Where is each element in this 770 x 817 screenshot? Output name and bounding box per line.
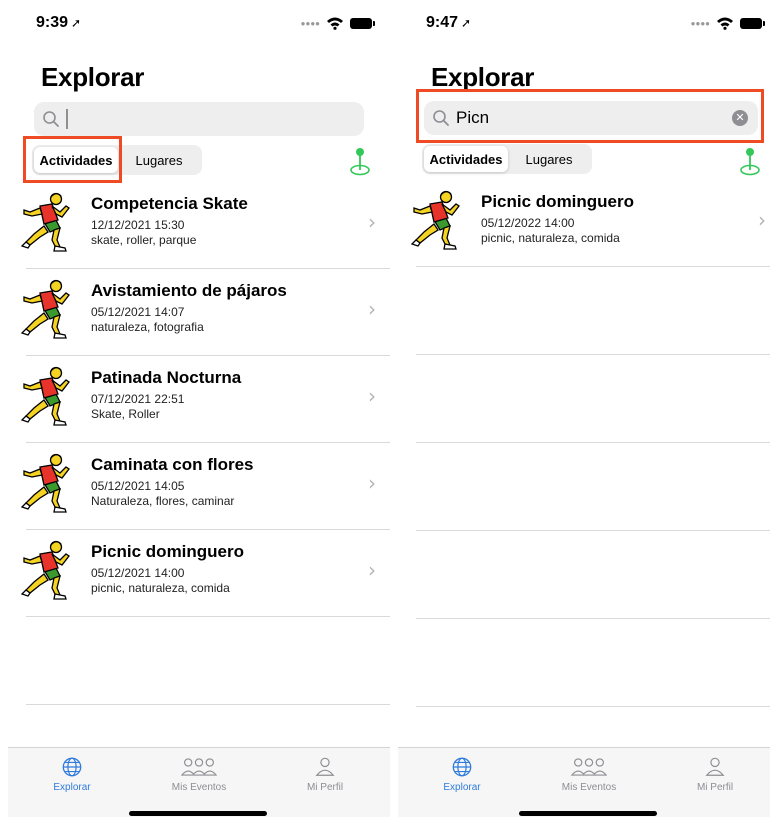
status-time: 9:39 ➚ [36, 14, 82, 31]
search-input[interactable] [34, 102, 364, 136]
page-title: Explorar [41, 62, 145, 92]
chevron-right-icon: › [368, 210, 376, 234]
tab-label: Mi Perfil [696, 782, 734, 793]
screen-before-search: 9:39 ➚ ●●●● Explorar Actividades Lugares … [8, 0, 390, 817]
home-indicator [129, 811, 267, 816]
item-date: 05/12/2022 14:00 [481, 216, 575, 230]
chevron-right-icon: › [368, 471, 376, 495]
people-icon [571, 756, 607, 778]
item-date: 05/12/2021 14:07 [91, 305, 185, 319]
wifi-icon [716, 16, 734, 30]
runner-icon [20, 451, 76, 513]
battery-icon [740, 17, 765, 29]
chevron-right-icon: › [758, 208, 766, 232]
tab-label: Explorar [443, 782, 481, 793]
empty-row [416, 619, 770, 707]
item-tags: picnic, naturaleza, comida [481, 231, 620, 245]
person-icon [704, 756, 726, 778]
globe-icon [451, 756, 473, 778]
activity-list: Picnic dominguero 05/12/2022 14:00 picni… [398, 180, 770, 707]
empty-row [26, 617, 390, 705]
item-title: Picnic dominguero [91, 542, 245, 561]
item-tags: skate, roller, parque [91, 233, 197, 247]
status-time: 9:47 ➚ [426, 14, 472, 31]
signal-icon: ●●●● [300, 18, 320, 28]
list-item[interactable]: Caminata con flores 05/12/2021 14:05 Nat… [26, 443, 390, 530]
status-bar: 9:47 ➚ ●●●● [398, 0, 770, 50]
tab-label: Mis Eventos [171, 782, 227, 793]
tab-bar: Explorar Mis Eventos Mi Perfil [8, 747, 390, 817]
map-pin-icon[interactable] [348, 146, 372, 176]
highlight-box-search [416, 89, 764, 143]
home-indicator [519, 811, 657, 816]
empty-row [416, 355, 770, 443]
tab-explorar[interactable]: Explorar [407, 754, 517, 793]
tab-label: Explorar [53, 782, 91, 793]
list-item[interactable]: Picnic dominguero 05/12/2022 14:00 picni… [416, 180, 770, 267]
item-date: 05/12/2021 14:00 [91, 566, 185, 580]
runner-icon [20, 277, 76, 339]
item-date: 07/12/2021 22:51 [91, 392, 185, 406]
empty-row [416, 531, 770, 619]
item-title: Caminata con flores [91, 455, 254, 474]
item-title: Avistamiento de pájaros [91, 281, 287, 300]
segmented-control: Actividades Lugares [422, 144, 592, 174]
empty-row [416, 267, 770, 355]
item-tags: naturaleza, fotografia [91, 320, 204, 334]
runner-icon [20, 538, 76, 600]
list-item[interactable]: Avistamiento de pájaros 05/12/2021 14:07… [26, 269, 390, 356]
empty-row [416, 443, 770, 531]
location-arrow-icon: ➚ [71, 16, 82, 30]
signal-icon: ●●●● [690, 18, 710, 28]
item-tags: Skate, Roller [91, 407, 160, 421]
runner-icon [410, 188, 466, 250]
tab-label: Mi Perfil [306, 782, 344, 793]
item-title: Picnic dominguero [481, 192, 635, 211]
person-icon [314, 756, 336, 778]
activity-list: Competencia Skate 12/12/2021 15:30 skate… [8, 182, 390, 705]
item-date: 05/12/2021 14:05 [91, 479, 185, 493]
tab-mis-eventos[interactable]: Mis Eventos [144, 754, 254, 793]
search-icon [42, 110, 60, 128]
item-title: Competencia Skate [91, 194, 248, 213]
tab-label: Mis Eventos [561, 782, 617, 793]
status-bar: 9:39 ➚ ●●●● [8, 0, 390, 50]
wifi-icon [326, 16, 344, 30]
runner-icon [20, 364, 76, 426]
item-tags: picnic, naturaleza, comida [91, 581, 230, 595]
segment-actividades[interactable]: Actividades [424, 146, 508, 172]
tab-bar: Explorar Mis Eventos Mi Perfil [398, 747, 770, 817]
segment-lugares[interactable]: Lugares [118, 147, 200, 173]
item-tags: Naturaleza, flores, caminar [91, 494, 235, 508]
list-item[interactable]: Picnic dominguero 05/12/2021 14:00 picni… [26, 530, 390, 617]
tab-mi-perfil[interactable]: Mi Perfil [270, 754, 380, 793]
item-title: Patinada Nocturna [91, 368, 242, 387]
list-item[interactable]: Patinada Nocturna 07/12/2021 22:51 Skate… [26, 356, 390, 443]
runner-icon [20, 190, 76, 252]
chevron-right-icon: › [368, 384, 376, 408]
screen-after-search: 9:47 ➚ ●●●● Explorar Picn ✕ Actividades L… [398, 0, 770, 817]
map-pin-icon[interactable] [738, 146, 762, 176]
highlight-box-segment [23, 136, 122, 183]
tab-mis-eventos[interactable]: Mis Eventos [534, 754, 644, 793]
item-date: 12/12/2021 15:30 [91, 218, 185, 232]
battery-icon [350, 17, 375, 29]
people-icon [181, 756, 217, 778]
list-item[interactable]: Competencia Skate 12/12/2021 15:30 skate… [26, 182, 390, 269]
segment-lugares[interactable]: Lugares [508, 146, 590, 172]
tab-mi-perfil[interactable]: Mi Perfil [660, 754, 770, 793]
globe-icon [61, 756, 83, 778]
chevron-right-icon: › [368, 558, 376, 582]
tab-explorar[interactable]: Explorar [17, 754, 127, 793]
location-arrow-icon: ➚ [461, 16, 472, 30]
chevron-right-icon: › [368, 297, 376, 321]
text-caret [66, 109, 68, 129]
